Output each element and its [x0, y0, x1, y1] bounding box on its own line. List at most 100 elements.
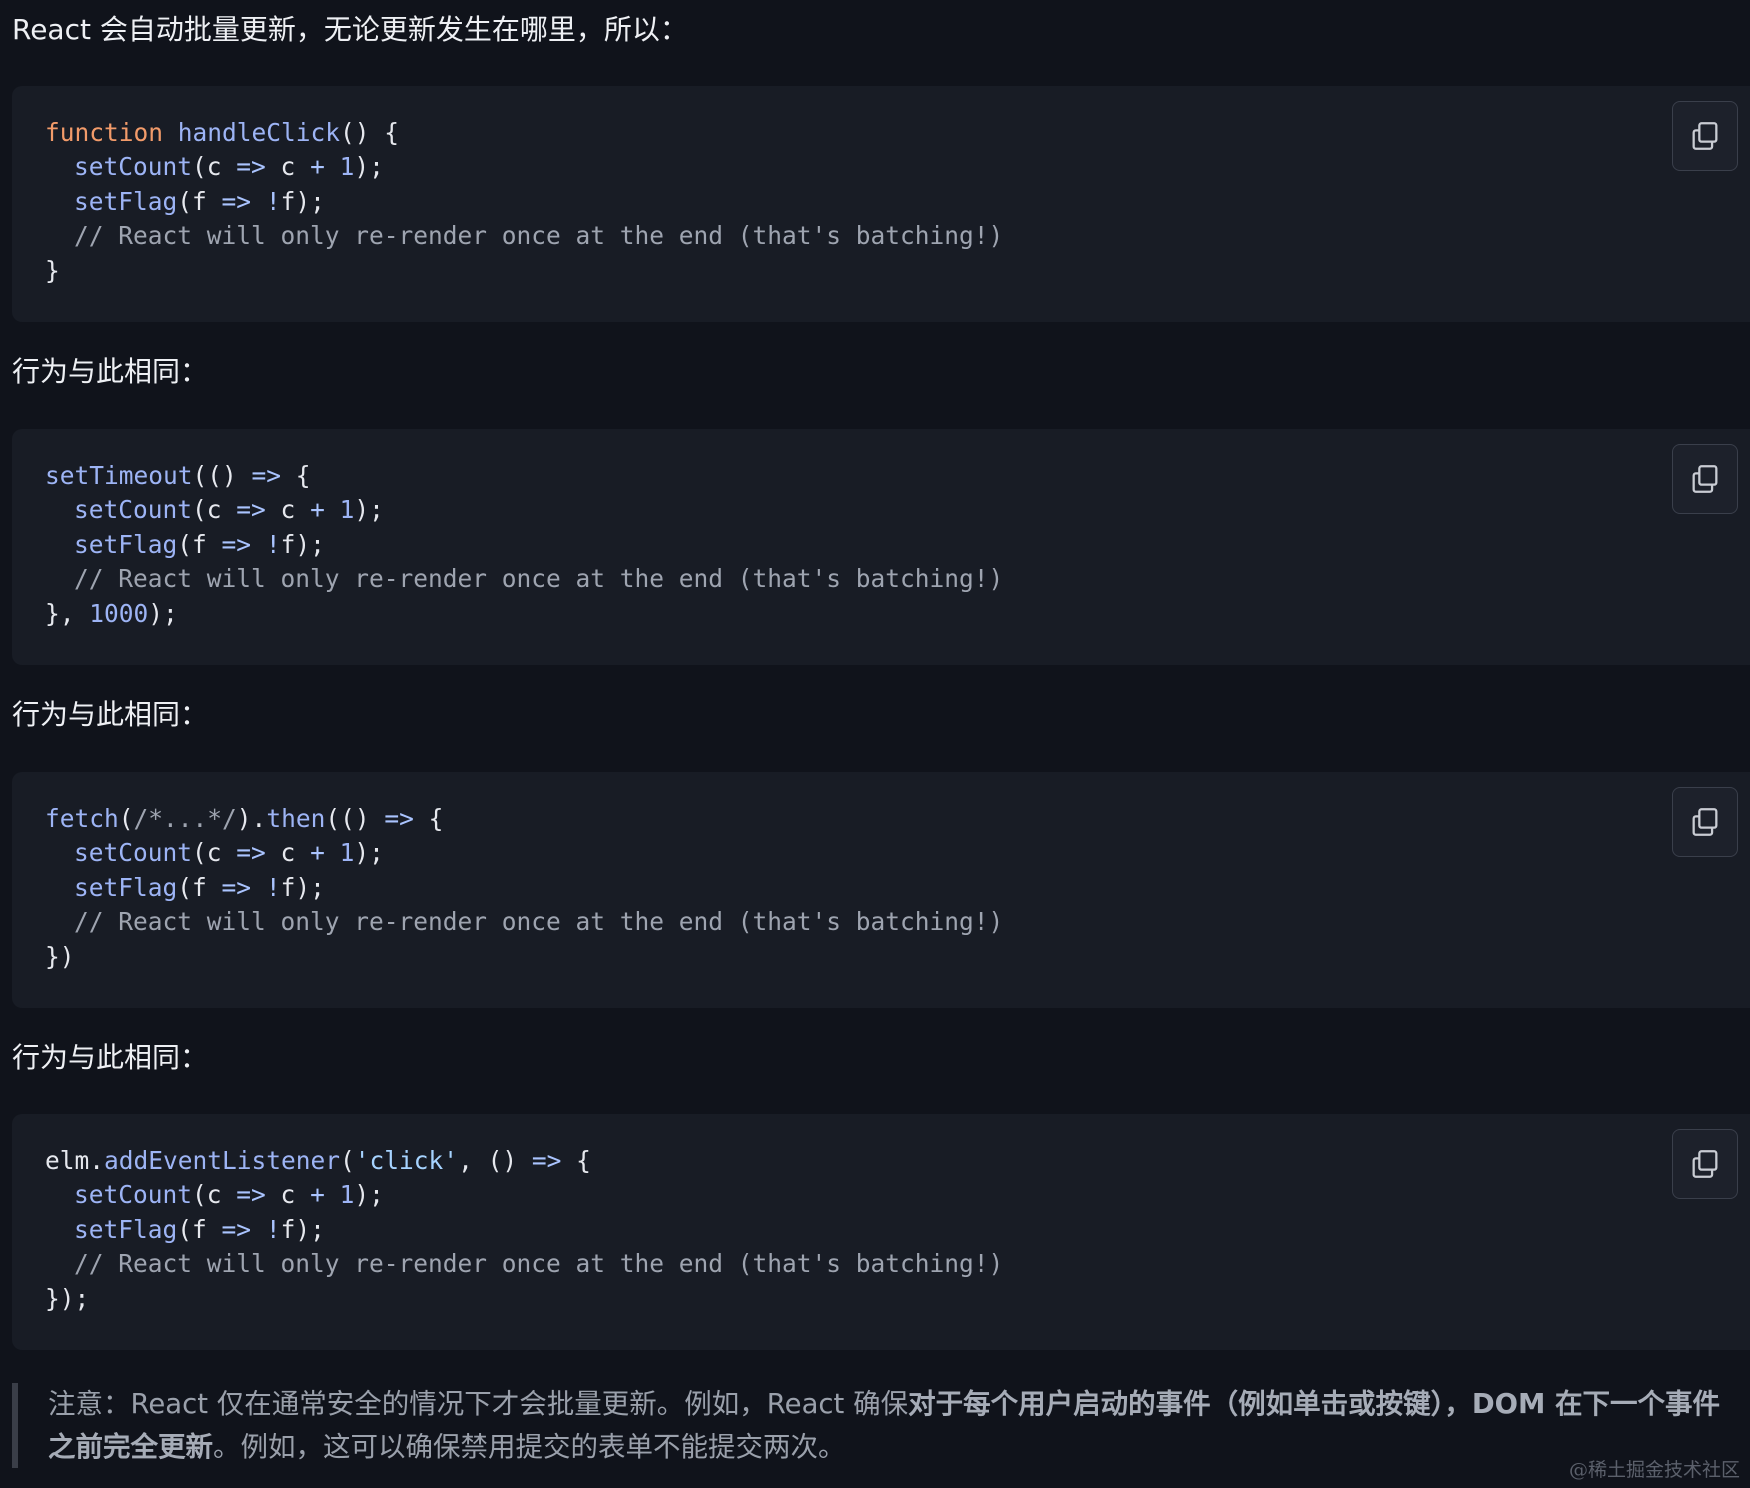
code-token: 1000 [89, 598, 149, 628]
code-token: setCount [74, 1180, 193, 1210]
code-token: ). [236, 804, 267, 833]
code-token: (f [177, 1214, 222, 1244]
code-token: (c [192, 838, 237, 868]
code-line: setFlag(f => !f); [45, 871, 1003, 905]
code-token: addEventListener [104, 1146, 341, 1175]
copy-icon [1692, 1150, 1718, 1178]
code-token: (c [192, 152, 237, 182]
note-text-end: 。例如，这可以确保禁用提交的表单不能提交两次。 [213, 1431, 846, 1463]
code-line: elm.addEventListener('click', () => { [45, 1144, 1003, 1178]
code-token: setCount [74, 152, 193, 182]
code-token: + [310, 495, 325, 525]
code-token: f); [280, 186, 325, 216]
code-token: => [221, 872, 252, 902]
code-token: => [221, 186, 252, 216]
code-token: 1 [339, 495, 355, 525]
code-token: } [45, 255, 60, 285]
code-line: setFlag(f => !f); [45, 528, 1003, 562]
code-token: setFlag [74, 529, 178, 559]
code-token: (f [177, 872, 222, 902]
code-token: () { [340, 118, 400, 147]
code-token: c [265, 152, 311, 182]
code-token: f); [280, 1214, 325, 1244]
code-token: => [236, 1180, 266, 1210]
code-token: => [531, 1146, 562, 1175]
code-token: + [310, 152, 325, 182]
code-token: 1 [339, 152, 355, 182]
code-token: ); [148, 598, 178, 628]
code-line: // React will only re-render once at the… [45, 905, 1003, 939]
intro-text: React 会自动批量更新，无论更新发生在哪里，所以： [12, 13, 688, 46]
code-token: => [221, 529, 252, 559]
code-token: c [265, 838, 311, 868]
copy-icon [1692, 465, 1718, 493]
copy-button[interactable] [1672, 444, 1738, 514]
code-token: => [251, 461, 282, 490]
code-line: setFlag(f => !f); [45, 185, 1003, 219]
code-line: function handleClick() { [45, 116, 1003, 150]
code-token: => [384, 804, 414, 833]
code-token: f); [280, 529, 325, 559]
code-token: setFlag [74, 1214, 178, 1244]
copy-button[interactable] [1672, 101, 1738, 171]
code-token: // React will only re-render once at the… [74, 564, 1004, 594]
code-token: c [265, 495, 311, 525]
code-line: }) [45, 940, 1003, 974]
note-text: 注意：React 仅在通常安全的情况下才会批量更新。例如，React 确保 [48, 1388, 909, 1420]
code-content: function handleClick() {setCount(c => c … [45, 116, 1003, 288]
code-token: c [265, 1180, 311, 1210]
code-token: }, [45, 598, 90, 628]
code-token: => [221, 1214, 252, 1244]
code-token: setCount [74, 495, 193, 525]
code-token: { [281, 461, 311, 490]
copy-button[interactable] [1672, 787, 1738, 857]
code-token: (f [177, 529, 222, 559]
code-token: ! [265, 529, 281, 559]
code-token: ( [118, 804, 134, 833]
code-token: + [310, 1180, 325, 1210]
code-token: ! [265, 1214, 281, 1244]
copy-icon [1692, 808, 1718, 836]
code-token: { [561, 1146, 591, 1175]
same-as-label: 行为与此相同： [12, 1041, 209, 1074]
code-token: ); [354, 495, 384, 525]
code-line: // React will only re-render once at the… [45, 562, 1003, 596]
code-line: setCount(c => c + 1); [45, 1178, 1003, 1212]
code-token: // React will only re-render once at the… [74, 907, 1004, 937]
code-token: function [45, 118, 164, 147]
code-line: setCount(c => c + 1); [45, 836, 1003, 870]
code-token: (f [177, 186, 222, 216]
copy-button[interactable] [1672, 1129, 1738, 1199]
copy-icon [1692, 122, 1718, 150]
code-line: setCount(c => c + 1); [45, 150, 1003, 184]
code-token: // React will only re-render once at the… [74, 1249, 1004, 1279]
code-token: 'click' [354, 1146, 459, 1175]
code-token: => [236, 495, 266, 525]
code-token: ( [340, 1146, 355, 1175]
note-blockquote: 注意：React 仅在通常安全的情况下才会批量更新。例如，React 确保对于每… [12, 1383, 1734, 1468]
code-token: ); [354, 838, 384, 868]
code-line: setFlag(f => !f); [45, 1213, 1003, 1247]
same-as-label: 行为与此相同： [12, 355, 209, 388]
code-block-1: function handleClick() {setCount(c => c … [12, 86, 1750, 322]
code-token: + [310, 838, 325, 868]
code-content: setTimeout(() => {setCount(c => c + 1); s… [45, 459, 1003, 631]
code-token: handleClick [177, 118, 341, 147]
code-line: }, 1000); [45, 597, 1003, 631]
code-token: }); [45, 1283, 90, 1313]
code-token: (c [192, 1180, 237, 1210]
code-line: } [45, 254, 1003, 288]
same-as-label: 行为与此相同： [12, 698, 209, 731]
code-token: setFlag [74, 186, 178, 216]
code-token: setFlag [74, 872, 178, 902]
code-token: (() [325, 804, 385, 833]
code-block-3: fetch(/*...*/).then(() => {setCount(c =>… [12, 772, 1750, 1008]
code-content: elm.addEventListener('click', () => {set… [45, 1144, 1003, 1316]
code-block-2: setTimeout(() => {setCount(c => c + 1); s… [12, 429, 1750, 665]
code-line: fetch(/*...*/).then(() => { [45, 802, 1003, 836]
